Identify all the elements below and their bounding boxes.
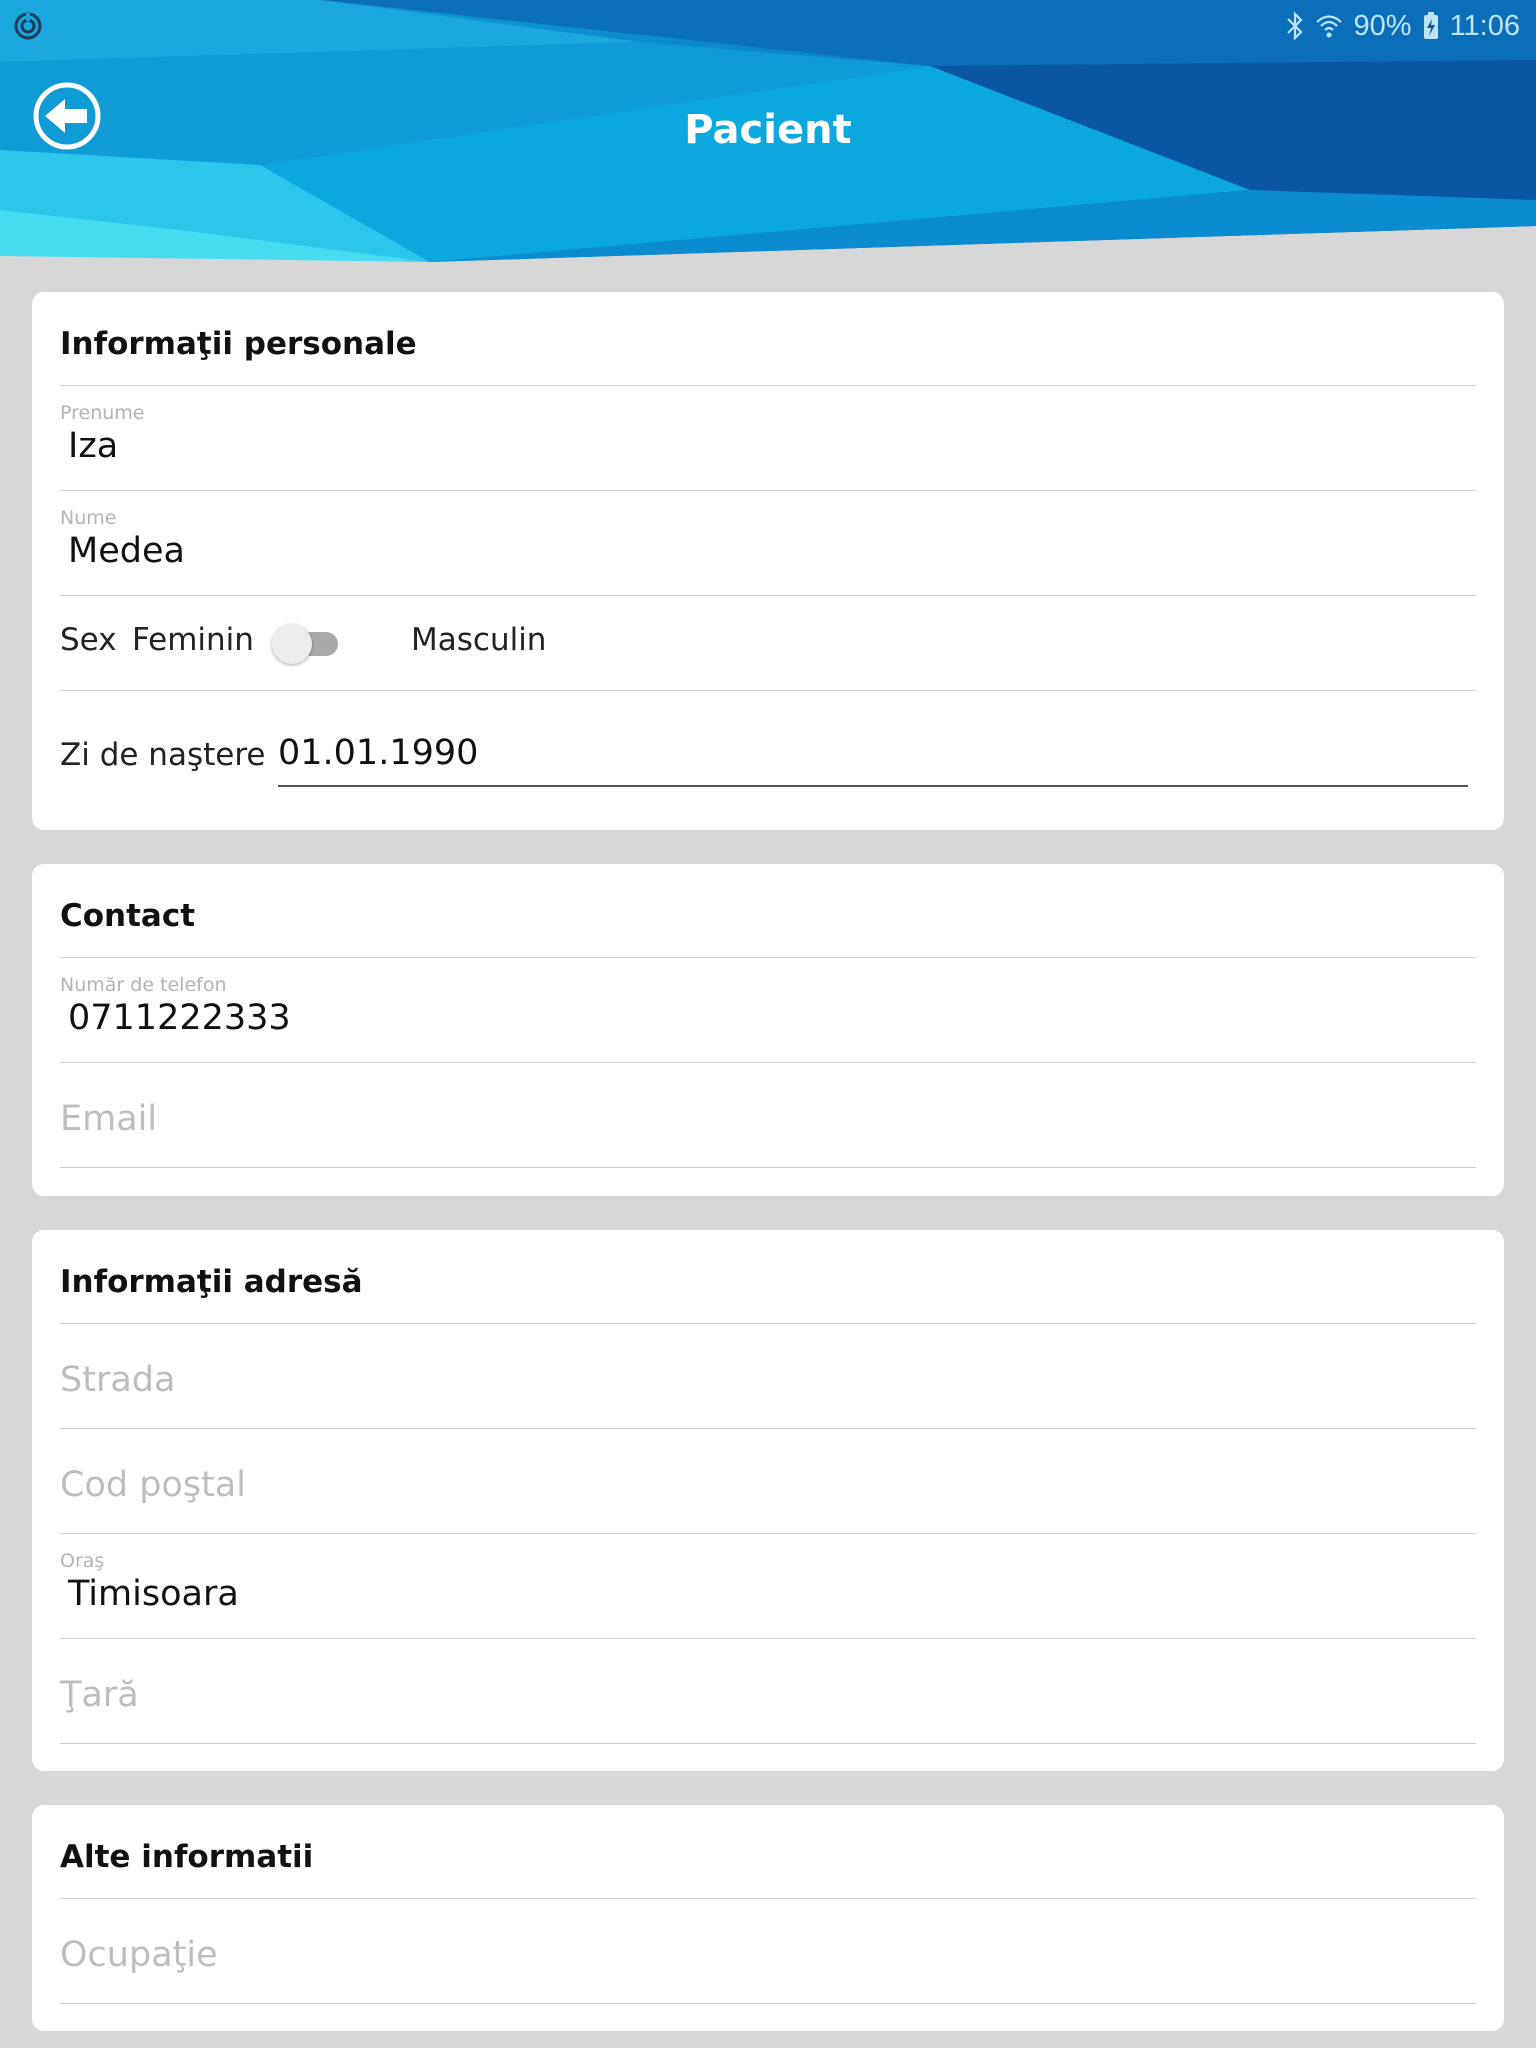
contact-title: Contact — [60, 898, 196, 934]
other-info-title: Alte informatii — [60, 1839, 314, 1875]
street-placeholder: Strada — [60, 1360, 176, 1400]
first-name-label: Prenume — [60, 402, 145, 424]
country-field[interactable]: Ţară — [60, 1639, 1476, 1744]
last-name-field[interactable]: Nume Medea — [60, 491, 1476, 596]
status-bar: 90% 11:06 — [0, 0, 1536, 50]
phone-value: 0711222333 — [68, 998, 291, 1038]
postal-code-field[interactable]: Cod poştal — [60, 1429, 1476, 1534]
occupation-placeholder: Ocupaţie — [60, 1935, 218, 1975]
battery-charging-icon — [1423, 12, 1438, 39]
first-name-value: Iza — [68, 426, 119, 466]
status-icons: 90% 11:06 — [1286, 6, 1520, 46]
phone-label: Număr de telefon — [60, 974, 227, 996]
city-field[interactable]: Oraş Timisoara — [60, 1534, 1476, 1639]
postal-code-placeholder: Cod poştal — [60, 1465, 246, 1505]
address-title: Informaţii adresă — [60, 1264, 363, 1300]
last-name-label: Nume — [60, 507, 117, 529]
bluetooth-icon — [1286, 11, 1303, 41]
sex-option-male[interactable]: Masculin — [411, 622, 546, 658]
email-placeholder: Email — [60, 1099, 158, 1139]
address-card: Informaţii adresă Strada Cod poştal Oraş… — [32, 1230, 1504, 1771]
sync-icon — [14, 12, 42, 40]
country-placeholder: Ţară — [60, 1675, 139, 1715]
personal-info-card: Informaţii personale Prenume Iza Nume Me… — [32, 292, 1504, 830]
sex-row: Sex Feminin Masculin — [60, 596, 1476, 691]
birthday-label: Zi de naştere — [60, 737, 266, 773]
birthday-value: 01.01.1990 — [278, 733, 479, 773]
personal-info-title: Informaţii personale — [60, 326, 417, 362]
phone-field[interactable]: Număr de telefon 0711222333 — [60, 958, 1476, 1063]
other-info-card: Alte informatii Ocupaţie — [32, 1805, 1504, 2031]
city-value: Timisoara — [68, 1574, 239, 1614]
header-banner: 90% 11:06 Pacient — [0, 0, 1536, 262]
wifi-icon — [1315, 15, 1342, 38]
sex-label: Sex — [60, 622, 117, 658]
battery-percent: 90% — [1353, 9, 1412, 42]
contact-card: Contact Număr de telefon 0711222333 Emai… — [32, 864, 1504, 1196]
last-name-value: Medea — [68, 531, 185, 571]
clock: 11:06 — [1449, 9, 1520, 42]
birthday-input[interactable]: 01.01.1990 — [278, 727, 1468, 787]
email-field[interactable]: Email — [60, 1063, 1476, 1168]
sex-option-female[interactable]: Feminin — [132, 622, 254, 658]
toggle-thumb — [272, 624, 312, 664]
city-label: Oraş — [60, 1550, 105, 1572]
occupation-field[interactable]: Ocupaţie — [60, 1899, 1476, 2004]
street-field[interactable]: Strada — [60, 1324, 1476, 1429]
sex-toggle[interactable] — [272, 622, 342, 664]
page-title: Pacient — [684, 107, 852, 153]
first-name-field[interactable]: Prenume Iza — [60, 386, 1476, 491]
birthday-row: Zi de naştere 01.01.1990 — [60, 691, 1476, 811]
